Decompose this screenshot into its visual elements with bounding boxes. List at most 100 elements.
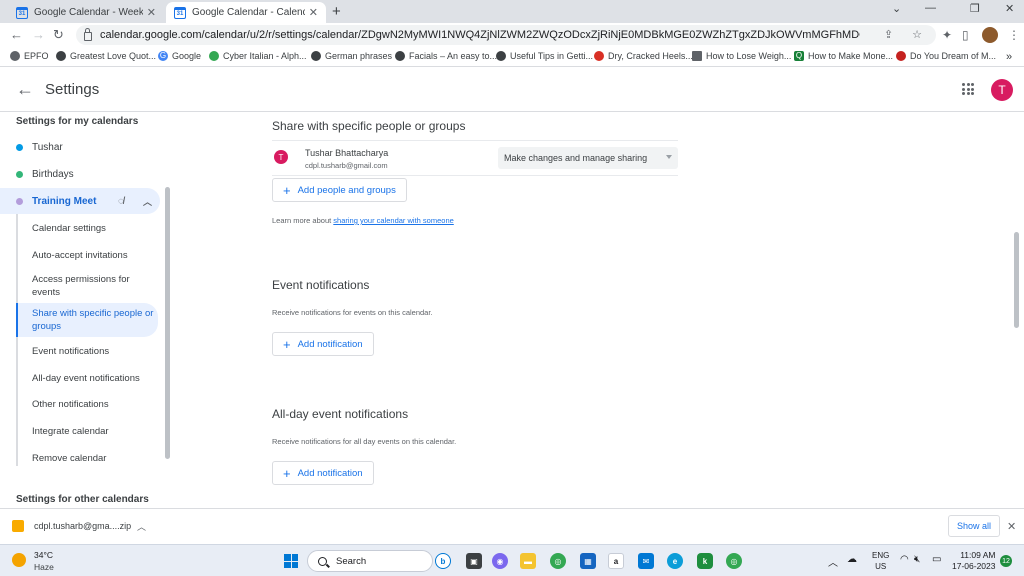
sidebar-item-other-notifications[interactable]: Other notifications	[18, 398, 160, 411]
sidebar-calendar-training-meet[interactable]: Training Meet ◌̸ ︿	[0, 188, 160, 214]
hidden-eye-icon[interactable]: ◌̸	[118, 196, 124, 207]
bookmark-label: German phrases	[325, 51, 393, 61]
sidebar-scrollbar[interactable]	[165, 187, 170, 459]
sidebar-item-integrate-calendar[interactable]: Integrate calendar	[18, 425, 160, 438]
sidebar-item-share-with-people[interactable]: Share with specific people or groups	[16, 303, 158, 337]
mail-icon[interactable]: ✉	[638, 553, 654, 569]
button-label: Add people and groups	[297, 184, 396, 196]
add-event-notification-button[interactable]: + Add notification	[272, 332, 374, 356]
bookmark-label: EPFO	[24, 51, 49, 61]
reload-icon[interactable]: ↻	[53, 27, 64, 43]
address-bar[interactable]: calendar.google.com/calendar/u/2/r/setti…	[76, 25, 936, 45]
sidebar-calendar-birthdays[interactable]: Birthdays	[0, 161, 160, 187]
search-label: Search	[336, 555, 367, 567]
all-day-notifications-title: All-day event notifications	[272, 407, 409, 421]
learn-more-prefix: Learn more about	[272, 216, 334, 225]
bookmarks-overflow-icon[interactable]: »	[1006, 51, 1012, 63]
bookmark-item[interactable]: EPFO	[10, 51, 49, 61]
clock-date: 17-06-2023	[952, 561, 996, 571]
close-icon[interactable]: ✕	[309, 6, 318, 19]
kaspersky-icon[interactable]: k	[697, 553, 713, 569]
new-tab-plus-icon[interactable]: +	[332, 3, 341, 20]
chevron-up-icon[interactable]: ︿	[143, 195, 152, 208]
bookmark-item[interactable]: Greatest Love Quot...	[56, 51, 156, 61]
wifi-icon[interactable]: ◠	[900, 554, 909, 565]
bookmark-label: Do You Dream of M...	[910, 51, 997, 61]
bookmark-item[interactable]: German phrases	[311, 51, 392, 61]
close-icon[interactable]: ✕	[147, 6, 156, 19]
restore-icon[interactable]: ❐	[970, 2, 980, 15]
calendar-name: Birthdays	[32, 168, 74, 180]
window-close-icon[interactable]: ✕	[1005, 2, 1014, 15]
sidebar-item-event-notifications[interactable]: Event notifications	[18, 345, 160, 358]
bing-icon[interactable]: b	[435, 553, 451, 569]
sidebar-item-calendar-settings[interactable]: Calendar settings	[18, 222, 160, 235]
chevron-up-icon[interactable]: ︿	[828, 554, 838, 569]
share-bookmark-icons[interactable]: ⇪ ☆	[884, 28, 930, 41]
account-avatar[interactable]: T	[991, 79, 1013, 101]
bookmark-item[interactable]: Facials – An easy to...	[395, 51, 497, 61]
tab-calendar-settings[interactable]: 31 Google Calendar - Calendar setti ✕	[166, 2, 326, 23]
side-panel-icon[interactable]: ▯	[962, 28, 969, 42]
chevron-up-icon[interactable]: ︿	[137, 520, 146, 533]
windows-start-icon[interactable]	[284, 554, 298, 568]
weather-sun-icon[interactable]	[12, 553, 26, 567]
extensions-puzzle-icon[interactable]: ✦	[942, 28, 952, 42]
close-icon[interactable]: ✕	[1007, 520, 1016, 533]
taskbar-search[interactable]: Search	[307, 550, 433, 572]
learn-more-link[interactable]: sharing your calendar with someone	[333, 216, 453, 225]
settings-main: Share with specific people or groups T T…	[172, 112, 1024, 508]
bookmark-item[interactable]: G Google	[158, 51, 201, 61]
minimize-icon[interactable]: —	[925, 2, 936, 14]
download-filename[interactable]: cdpl.tusharb@gma....zip	[34, 521, 131, 531]
system-clock[interactable]: 11:09 AM 17-06-2023	[952, 550, 995, 572]
sidebar-calendar-tushar[interactable]: Tushar	[0, 134, 160, 160]
microsoft-store-icon[interactable]: ▦	[580, 553, 596, 569]
tab-title: Google Calendar - Calendar setti	[192, 7, 305, 18]
forward-icon[interactable]: →	[32, 27, 45, 42]
profile-avatar[interactable]	[982, 27, 998, 43]
bookmark-item[interactable]: Do You Dream of M...	[896, 51, 996, 61]
add-people-button[interactable]: + Add people and groups	[272, 178, 407, 202]
file-explorer-icon[interactable]: ▬	[520, 553, 536, 569]
edge-icon[interactable]: e	[667, 553, 683, 569]
bookmark-item[interactable]: How to Lose Weigh...	[692, 51, 791, 61]
back-arrow-icon[interactable]: ←	[16, 79, 34, 100]
back-icon[interactable]: ←	[10, 27, 23, 42]
button-label: Add notification	[297, 467, 363, 479]
google-g-icon: G	[158, 51, 168, 61]
chrome-profile-icon[interactable]: ◎	[726, 553, 742, 569]
language-indicator[interactable]: ENG US	[872, 550, 889, 572]
kebab-menu-icon[interactable]: ⋮	[1008, 28, 1020, 42]
permission-dropdown[interactable]: Make changes and manage sharing	[498, 147, 678, 169]
windows-taskbar: 34°C Haze Search b ▣ ◉ ▬ ◎ ▦ a ✉ e k ◎ ︿…	[0, 544, 1024, 576]
sidebar-item-remove-calendar[interactable]: Remove calendar	[18, 452, 160, 465]
bookmark-item[interactable]: Dry, Cracked Heels...	[594, 51, 693, 61]
amazon-icon[interactable]: a	[608, 553, 624, 569]
lang-code: ENG	[872, 551, 890, 560]
bookmark-item[interactable]: Useful Tips in Getti...	[496, 51, 593, 61]
bookmark-label: Greatest Love Quot...	[70, 51, 157, 61]
notification-badge[interactable]: 12	[1000, 555, 1012, 567]
bookmark-item[interactable]: Q How to Make Mone...	[794, 51, 893, 61]
chrome-icon[interactable]: ◎	[550, 553, 566, 569]
battery-icon[interactable]: ▭	[932, 554, 941, 565]
tab-search-chevron-icon[interactable]: ⌄	[892, 2, 901, 15]
download-bar: cdpl.tusharb@gma....zip ︿ Show all ✕	[0, 508, 1024, 544]
sidebar-item-all-day-notifications[interactable]: All-day event notifications	[18, 372, 160, 385]
task-view-icon[interactable]: ▣	[466, 553, 482, 569]
add-all-day-notification-button[interactable]: + Add notification	[272, 461, 374, 485]
volume-muted-icon[interactable]: 🔇︎	[914, 554, 920, 565]
teams-chat-icon[interactable]: ◉	[492, 553, 508, 569]
cloud-icon[interactable]: ☁	[847, 554, 857, 565]
sidebar-item-access-permissions[interactable]: Access permissions for events	[18, 273, 160, 299]
calendar-color-dot	[16, 170, 23, 178]
show-all-button[interactable]: Show all	[948, 515, 1000, 537]
main-scrollbar[interactable]	[1014, 232, 1019, 328]
weather-temperature: 34°C	[34, 550, 53, 560]
bookmark-item[interactable]: Cyber Italian - Alph...	[209, 51, 307, 61]
sidebar-item-auto-accept[interactable]: Auto-accept invitations	[18, 249, 160, 262]
tab-calendar-week[interactable]: 31 Google Calendar - Week of 11 Ju ✕	[8, 2, 164, 23]
google-apps-grid-icon[interactable]	[962, 83, 974, 95]
section-heading-my-calendars: Settings for my calendars	[16, 116, 139, 127]
